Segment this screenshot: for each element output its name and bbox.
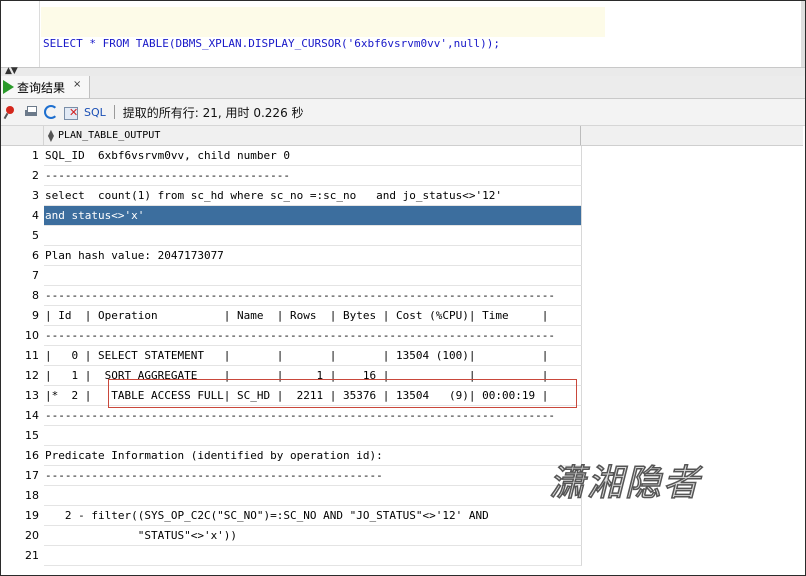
row-number[interactable]: 2 — [1, 166, 39, 186]
row-number[interactable]: 18 — [1, 486, 39, 506]
row-number[interactable]: 15 — [1, 426, 39, 446]
table-row[interactable]: 16 Predicate Information (identified by o… — [1, 446, 582, 466]
row-number[interactable]: 14 — [1, 406, 39, 426]
pane-splitter[interactable]: ▲▼ — [1, 66, 805, 76]
grid-header: ▲ ▼ PLAN_TABLE_OUTPUT — [1, 126, 581, 146]
plan-output-cell[interactable] — [44, 486, 582, 506]
row-number[interactable]: 8 — [1, 286, 39, 306]
table-row[interactable]: 21 — [1, 546, 582, 566]
row-number[interactable]: 17 — [1, 466, 39, 486]
plan-output-cell[interactable]: Plan hash value: 2047173077 — [44, 246, 582, 266]
plan-output-cell[interactable]: select count(1) from sc_hd where sc_no =… — [44, 186, 582, 206]
row-number[interactable]: 4 — [1, 206, 39, 226]
row-number[interactable]: 12 — [1, 366, 39, 386]
editor-scrollbar[interactable] — [801, 1, 805, 67]
plan-output-cell[interactable]: ----------------------------------------… — [44, 326, 582, 346]
table-row[interactable]: 6 Plan hash value: 2047173077 — [1, 246, 582, 266]
row-number[interactable]: 10 — [1, 326, 39, 346]
refresh-icon[interactable] — [44, 105, 58, 119]
row-number[interactable]: 11 — [1, 346, 39, 366]
table-row[interactable]: 3 select count(1) from sc_hd where sc_no … — [1, 186, 582, 206]
table-row[interactable]: 11 | 0 | SELECT STATEMENT | | | | 13504 (… — [1, 346, 582, 366]
fetch-status: 提取的所有行: 21, 用时 0.226 秒 — [122, 105, 304, 120]
plan-output-cell[interactable]: ----------------------------------------… — [44, 286, 582, 306]
plan-output-cell[interactable]: ----------------------------------------… — [44, 406, 582, 426]
clear-results-icon[interactable] — [64, 105, 78, 120]
sql-statement[interactable]: SELECT * FROM TABLE(DBMS_XPLAN.DISPLAY_C… — [43, 37, 500, 50]
table-row[interactable]: 7 — [1, 266, 582, 286]
sql-button[interactable]: SQL — [84, 106, 106, 119]
row-number[interactable]: 7 — [1, 266, 39, 286]
window-frame: SELECT * FROM TABLE(DBMS_XPLAN.DISPLAY_C… — [0, 0, 806, 576]
column-header-plan-table-output[interactable]: ▲ ▼ PLAN_TABLE_OUTPUT — [44, 126, 581, 145]
plan-output-cell[interactable]: 2 - filter((SYS_OP_C2C("SC_NO")=:SC_NO A… — [44, 506, 582, 526]
row-number[interactable]: 19 — [1, 506, 39, 526]
table-row[interactable]: 1 SQL_ID 6xbf6vsrvm0vv, child number 0 — [1, 146, 582, 166]
row-number[interactable]: 3 — [1, 186, 39, 206]
plan-output-cell[interactable]: "STATUS"<>'x')) — [44, 526, 582, 546]
row-number[interactable]: 1 — [1, 146, 39, 166]
table-row[interactable]: 9 | Id | Operation | Name | Rows | Bytes … — [1, 306, 582, 326]
print-icon[interactable] — [24, 105, 38, 119]
plan-output-cell[interactable] — [44, 426, 582, 446]
toolbar-separator — [113, 105, 115, 119]
table-row[interactable]: 18 — [1, 486, 582, 506]
table-row[interactable]: 14 --------------------------------------… — [1, 406, 582, 426]
run-play-icon — [3, 80, 14, 94]
plan-output-cell[interactable] — [44, 266, 582, 286]
plan-output-cell[interactable]: Predicate Information (identified by ope… — [44, 446, 582, 466]
result-grid[interactable]: ▲ ▼ PLAN_TABLE_OUTPUT 1 SQL_ID 6xbf6vsrvm0… — [1, 126, 582, 566]
row-number[interactable]: 6 — [1, 246, 39, 266]
table-row[interactable]: 5 — [1, 226, 582, 246]
plan-output-cell[interactable] — [44, 546, 582, 566]
tab-query-result[interactable]: 查询结果 × — [1, 76, 91, 98]
row-number[interactable]: 21 — [1, 546, 39, 566]
row-number[interactable]: 9 — [1, 306, 39, 326]
plan-output-cell[interactable] — [44, 226, 582, 246]
table-row[interactable]: 4 and status<>'x' — [1, 206, 582, 226]
column-title: PLAN_TABLE_OUTPUT — [58, 130, 161, 141]
row-number[interactable]: 16 — [1, 446, 39, 466]
sql-editor[interactable]: SELECT * FROM TABLE(DBMS_XPLAN.DISPLAY_C… — [1, 1, 805, 67]
plan-output-cell[interactable]: | Id | Operation | Name | Rows | Bytes |… — [44, 306, 582, 326]
table-row[interactable]: 15 — [1, 426, 582, 446]
plan-output-cell[interactable]: | 0 | SELECT STATEMENT | | | | 13504 (10… — [44, 346, 582, 366]
table-row[interactable]: 20 "STATUS"<>'x')) — [1, 526, 582, 546]
pin-icon[interactable] — [4, 105, 18, 119]
result-toolbar: SQL 提取的所有行: 21, 用时 0.226 秒 — [1, 99, 805, 126]
table-row[interactable]: 2 ------------------------------------- — [1, 166, 582, 186]
plan-output-cell[interactable]: ------------------------------------- — [44, 166, 582, 186]
collapse-arrows-icon[interactable]: ▲▼ — [5, 66, 18, 76]
table-row[interactable]: 17 --------------------------------------… — [1, 466, 582, 486]
grid-rows: 1 SQL_ID 6xbf6vsrvm0vv, child number 0 2 --… — [1, 146, 582, 566]
table-row[interactable]: 10 --------------------------------------… — [1, 326, 582, 346]
table-row[interactable]: 19 2 - filter((SYS_OP_C2C("SC_NO")=:SC_N… — [1, 506, 582, 526]
current-line-highlight — [41, 7, 605, 37]
grid-header-filler — [581, 126, 803, 146]
sort-icon[interactable]: ▲ ▼ — [46, 128, 56, 142]
annotation-highlight-box — [108, 379, 577, 408]
result-tabstrip: 查询结果 × — [1, 76, 805, 99]
plan-output-cell[interactable]: SQL_ID 6xbf6vsrvm0vv, child number 0 — [44, 146, 582, 166]
row-number[interactable]: 20 — [1, 526, 39, 546]
watermark-text: 潇湘隐者 — [548, 462, 702, 505]
plan-output-cell[interactable]: and status<>'x' — [44, 206, 582, 226]
row-number[interactable]: 13 — [1, 386, 39, 406]
table-row[interactable]: 8 ---------------------------------------… — [1, 286, 582, 306]
gutter-divider — [39, 1, 40, 67]
close-tab-icon[interactable]: × — [73, 79, 81, 90]
tab-label: 查询结果 — [17, 80, 66, 95]
grid-corner[interactable] — [1, 126, 44, 145]
plan-output-cell[interactable]: ----------------------------------------… — [44, 466, 582, 486]
row-number[interactable]: 5 — [1, 226, 39, 246]
editor-gutter — [1, 1, 31, 67]
